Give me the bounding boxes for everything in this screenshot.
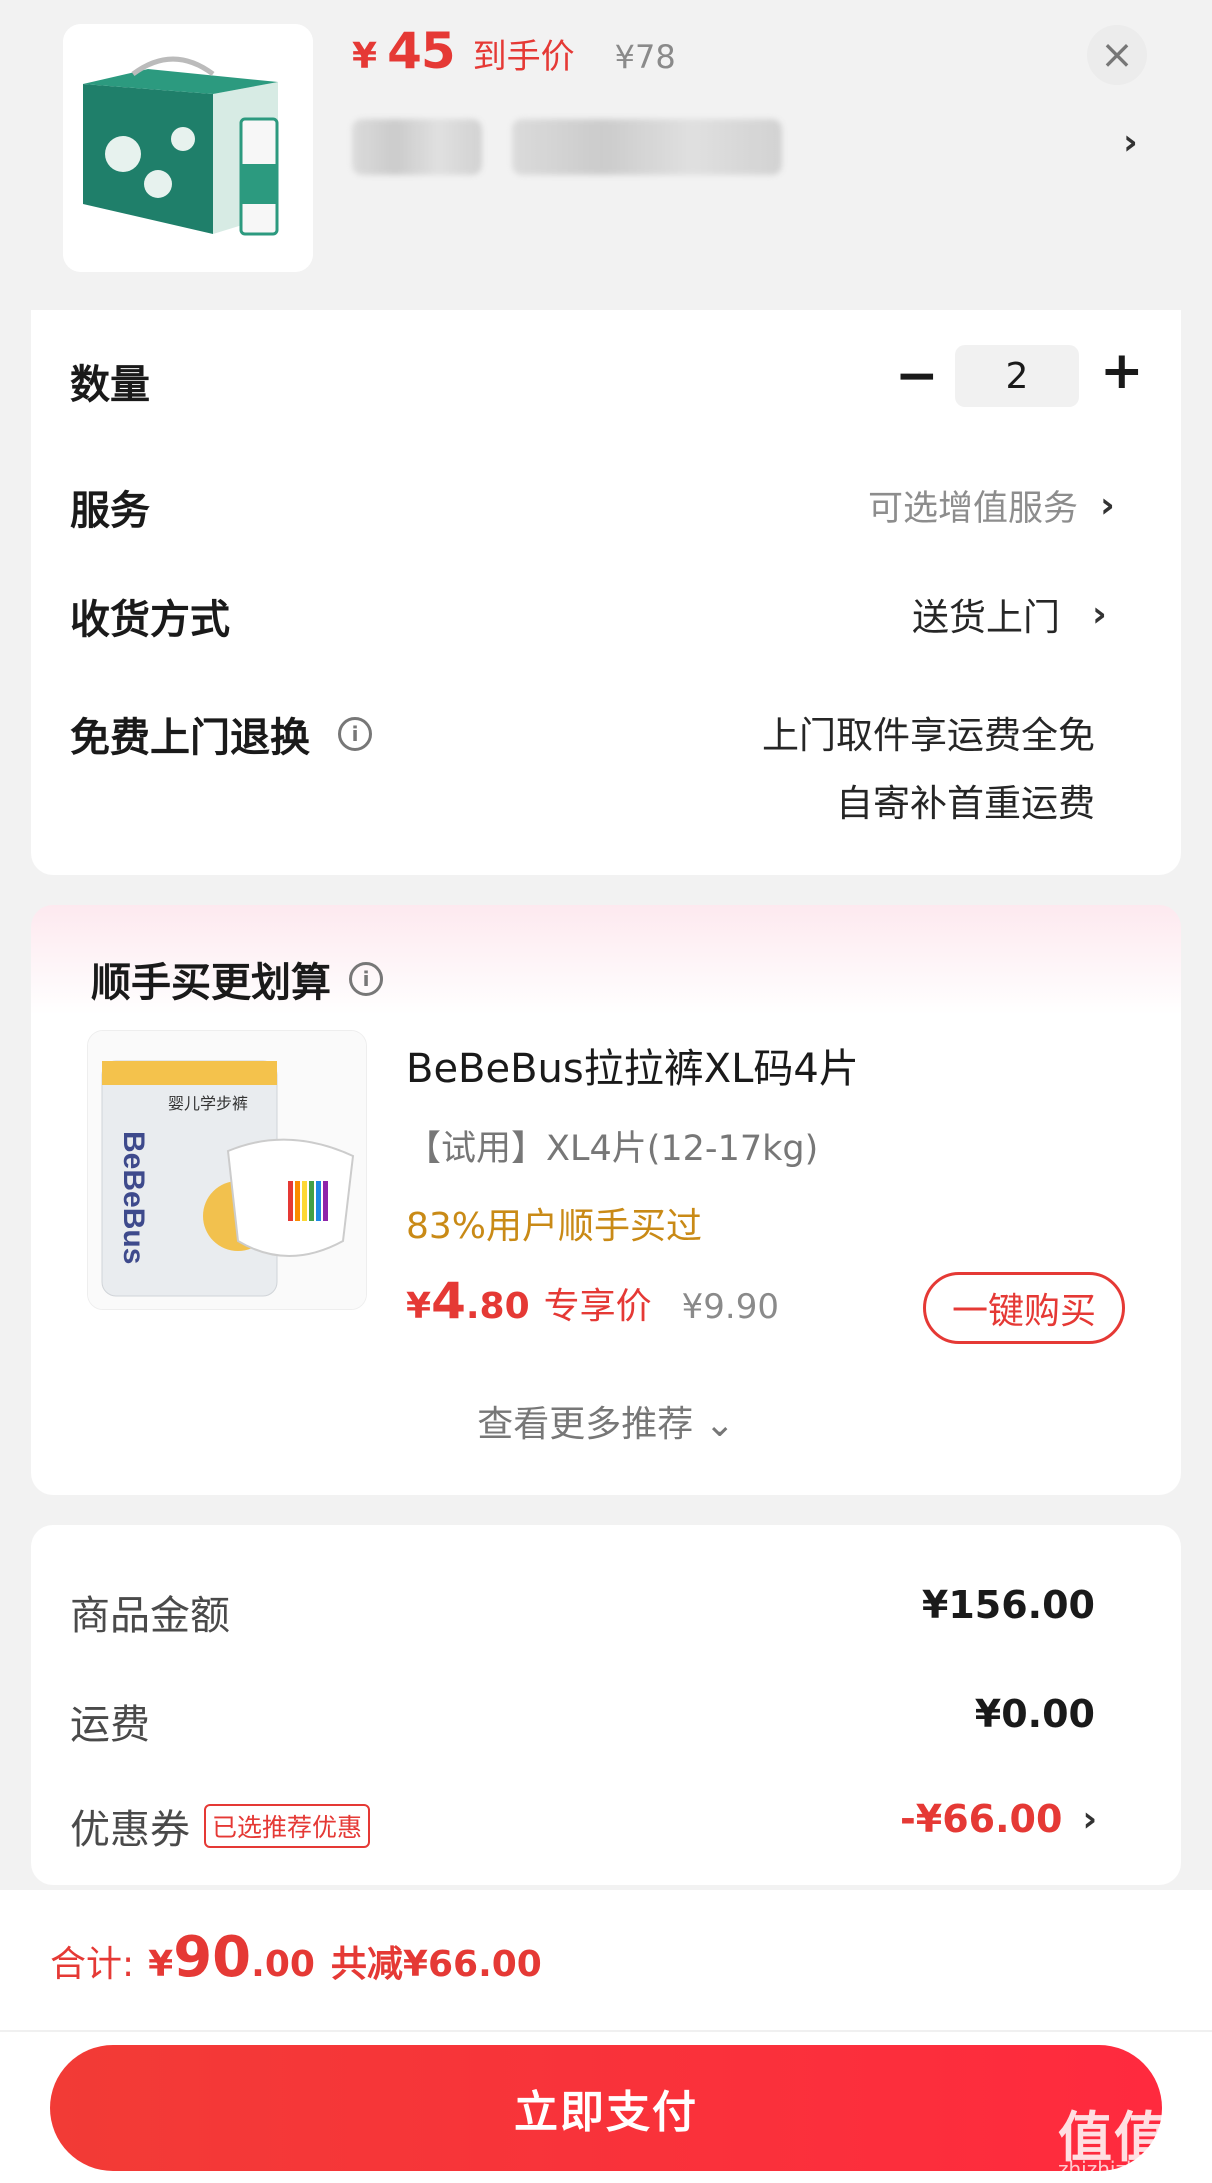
coupon-value: -¥66.00	[900, 1797, 1063, 1841]
recommend-users-text: 83%用户顺手买过	[406, 1206, 703, 1247]
product-title-blurred	[352, 112, 872, 182]
blurred-segment	[512, 119, 782, 175]
total-dec: .00	[251, 1944, 315, 1985]
recommend-price-currency: ¥	[406, 1286, 432, 1327]
delivery-value: 送货上门	[912, 596, 1060, 639]
price-currency: ¥	[352, 36, 378, 77]
coupon-row-label: 优惠券 已选推荐优惠	[70, 1797, 371, 1855]
service-hint: 可选增值服务	[868, 489, 1079, 529]
total-row: 合计: ¥ 90 .00 共减¥66.00	[50, 1925, 542, 1990]
chevron-right-icon: ›	[1100, 485, 1115, 526]
one-click-buy-button[interactable]: 一键购买	[923, 1272, 1125, 1344]
recommend-product-thumbnail[interactable]: BeBeBus 婴儿学步裤	[87, 1030, 367, 1310]
recommend-price-tag: 专享价	[543, 1286, 652, 1327]
recommend-price-dec: .80	[465, 1286, 530, 1327]
shipping-label: 运费	[70, 1702, 150, 1748]
service-selector[interactable]: 可选增值服务 ›	[868, 480, 1115, 531]
total-label: 合计:	[50, 1944, 135, 1985]
info-icon[interactable]: i	[338, 717, 372, 751]
free-return-row: 免费上门退换 i	[70, 705, 372, 763]
product-thumbnail[interactable]	[63, 24, 313, 272]
price-value: 45	[387, 22, 456, 80]
quantity-input[interactable]: 2	[955, 345, 1079, 407]
recommend-price-row: ¥ 4 .80 专享价 ¥9.90	[406, 1272, 779, 1330]
pay-now-button[interactable]: 立即支付	[50, 2045, 1162, 2171]
chevron-right-icon: ›	[1082, 1798, 1098, 1840]
quantity-label: 数量	[70, 362, 150, 408]
product-detail-chevron-icon[interactable]: ›	[1123, 122, 1138, 163]
more-recommendations-link[interactable]: 查看更多推荐 ⌄	[0, 1395, 1212, 1447]
goods-amount-label: 商品金额	[70, 1593, 230, 1639]
blurred-segment	[352, 119, 482, 175]
service-label: 服务	[70, 488, 150, 534]
recommend-original-price: ¥9.90	[681, 1287, 779, 1327]
goods-amount-value: ¥156.00	[921, 1583, 1095, 1627]
total-int: 90	[173, 1925, 252, 1990]
recommend-price-int: 4	[431, 1272, 466, 1330]
info-icon[interactable]: i	[349, 962, 383, 996]
delivery-selector[interactable]: 送货上门 ›	[912, 587, 1107, 641]
free-return-line1: 上门取件享运费全免	[762, 714, 1095, 757]
recommend-product-spec: 【试用】XL4片(12-17kg)	[406, 1129, 819, 1169]
shipping-value: ¥0.00	[974, 1692, 1095, 1736]
site-watermark-url: zhizhizhi.com	[1058, 2157, 1194, 2181]
coupon-badge: 已选推荐优惠	[204, 1804, 371, 1848]
recommend-product-name[interactable]: BeBeBus拉拉裤XL码4片	[406, 1036, 859, 1094]
close-button[interactable]: ×	[1087, 25, 1147, 85]
close-icon: ×	[1100, 32, 1134, 78]
package-brand-text: BeBeBus	[117, 1131, 150, 1264]
free-return-line2: 自寄补首重运费	[836, 782, 1095, 825]
milk-box-image	[63, 24, 313, 272]
recommend-header: 顺手买更划算 i	[91, 950, 383, 1008]
coupon-selector[interactable]: -¥66.00 ›	[900, 1797, 1097, 1841]
chevron-right-icon: ›	[1092, 593, 1107, 635]
divider	[0, 2030, 1212, 2032]
product-price-row: ¥ 45 到手价 ¥78	[352, 22, 676, 82]
total-currency: ¥	[148, 1944, 174, 1985]
recommend-title: 顺手买更划算	[91, 960, 331, 1006]
price-tag: 到手价	[472, 37, 575, 77]
original-price: ¥78	[614, 38, 676, 76]
diaper-package-image: BeBeBus 婴儿学步裤	[88, 1031, 366, 1309]
quantity-plus-button[interactable]: +	[1100, 345, 1144, 397]
quantity-minus-button[interactable]: −	[895, 350, 939, 402]
total-saved: 共减¥66.00	[330, 1944, 542, 1985]
coupon-label: 优惠券	[70, 1807, 190, 1853]
delivery-label: 收货方式	[70, 597, 230, 643]
free-return-label: 免费上门退换	[70, 715, 310, 761]
package-cn-text: 婴儿学步裤	[168, 1094, 248, 1113]
